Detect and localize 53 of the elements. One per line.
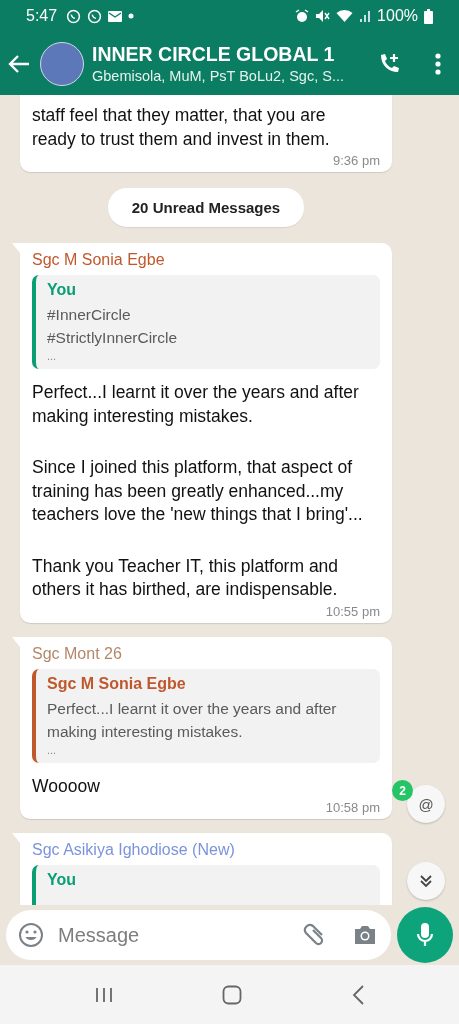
- at-icon: @: [418, 795, 434, 813]
- double-chevron-down-icon: [419, 874, 433, 888]
- quote-more: ...: [47, 349, 58, 363]
- dot-icon: [128, 13, 135, 19]
- sender-name: Sgc Mont 26: [32, 644, 123, 663]
- home-icon[interactable]: [222, 984, 243, 1005]
- message-input[interactable]: Message: [6, 910, 391, 960]
- message-time: 10:55 pm: [325, 603, 380, 619]
- battery-level: 100%: [377, 7, 418, 25]
- scroll-down-button[interactable]: [407, 862, 445, 900]
- alarm-icon: [295, 9, 310, 23]
- voice-record-button[interactable]: [397, 907, 453, 963]
- quote-author: You: [47, 281, 78, 299]
- message-text: ready to trust them and invest in them.: [32, 128, 331, 151]
- message-time: 10:58 pm: [325, 800, 380, 815]
- mention-count-badge: 2: [392, 780, 413, 801]
- mention-button[interactable]: @: [407, 785, 445, 823]
- unread-divider: 20 Unread Messages: [107, 188, 305, 227]
- message-text: Thank you Teacher IT, this platform and others it has birthed, are indispensable.: [32, 554, 340, 601]
- message-time: 9:36 pm: [333, 153, 380, 168]
- mute-icon: [315, 9, 331, 23]
- chat-app-icon: [87, 8, 103, 24]
- mail-icon: [108, 10, 123, 22]
- quoted-message[interactable]: You #InnerCircle #StrictlyInnerCircle ...: [32, 275, 380, 369]
- group-title[interactable]: INNER CIRCLE GLOBAL 1: [92, 43, 369, 66]
- quote-text: Perfect...I learnt it over the years and after making interesting mistakes.: [47, 698, 338, 742]
- quote-text: #InnerCircle: [47, 305, 132, 325]
- signal-icon: [359, 9, 372, 23]
- message-text: Since I joined this platform, that aspect of training has been greatly enhanced...my teachers love the 'new things that I bring'...: [32, 456, 364, 526]
- message-text: staff feel that they matter, that you are: [32, 104, 327, 127]
- sender-name: Sgc Asikiya Ighodiose (New): [32, 841, 236, 859]
- quote-more: ...: [47, 742, 58, 757]
- message-text: Woooow: [32, 774, 101, 798]
- more-menu-icon[interactable]: [435, 52, 441, 75]
- chat-app-icon: [66, 8, 82, 24]
- quoted-message[interactable]: Sgc M Sonia Egbe Perfect...I learnt it over the years and after making interesting mistakes. ...: [32, 668, 380, 763]
- back-icon[interactable]: [352, 984, 365, 1005]
- camera-icon[interactable]: [353, 924, 377, 946]
- group-avatar[interactable]: [40, 41, 84, 86]
- message-text-input[interactable]: Message: [56, 922, 289, 948]
- emoji-icon[interactable]: [18, 922, 44, 948]
- sender-name: Sgc M Sonia Egbe: [32, 251, 166, 269]
- microphone-icon: [416, 922, 434, 948]
- back-arrow-icon[interactable]: [8, 53, 30, 74]
- group-members[interactable]: Gbemisola, MuM, PsT BoLu2, Sgc, S...: [92, 68, 369, 84]
- quote-author: You: [47, 871, 78, 889]
- message-text: Perfect...I learnt it over the years and after making interesting mistakes.: [32, 381, 360, 428]
- wifi-icon: [336, 9, 354, 23]
- status-time: 5:47: [26, 7, 58, 25]
- recent-apps-icon[interactable]: [94, 986, 113, 1003]
- battery-icon: [424, 8, 433, 24]
- quote-text: #StrictlyInnerCircle: [47, 328, 179, 348]
- quote-author: Sgc M Sonia Egbe: [47, 674, 187, 693]
